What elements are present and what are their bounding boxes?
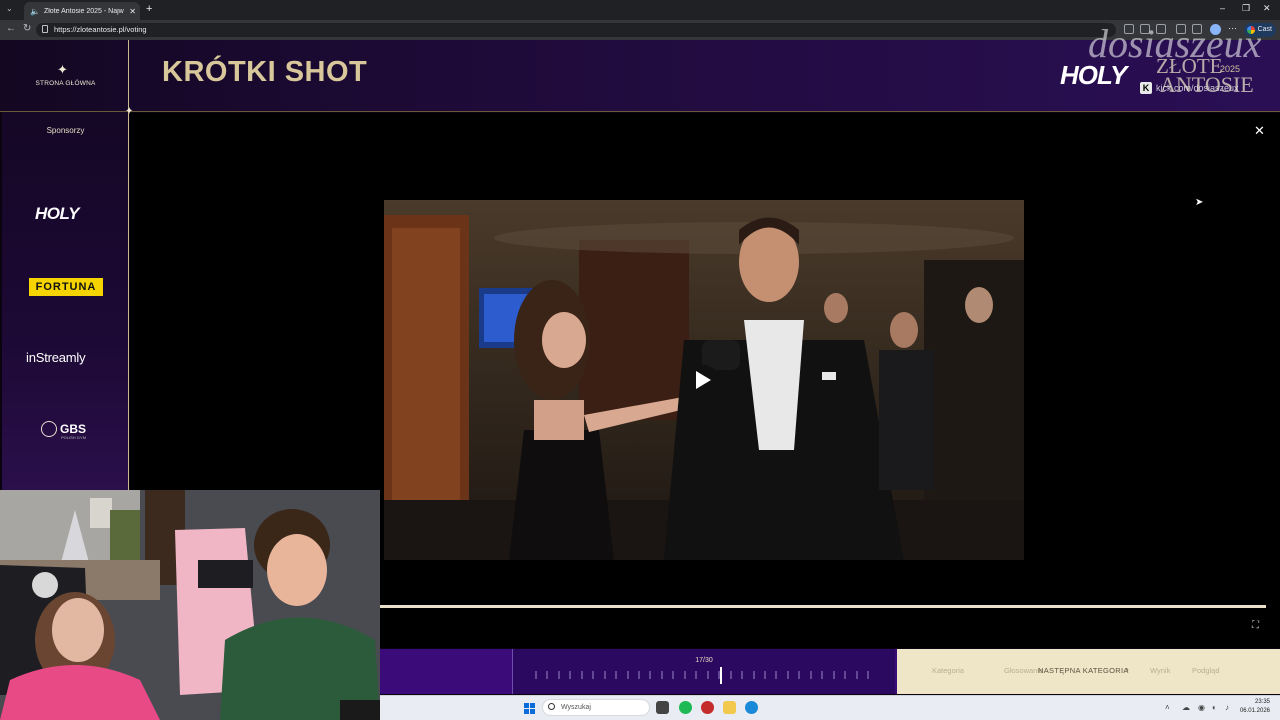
spotify-icon[interactable] xyxy=(679,701,692,714)
edge-icon[interactable] xyxy=(745,701,758,714)
wifi-icon[interactable]: ◐ xyxy=(1212,703,1217,712)
speaker-icon[interactable]: 🔈 xyxy=(30,7,40,16)
app-icon[interactable] xyxy=(701,701,714,714)
sponsor-gbs-sub: POLISH GYM xyxy=(61,435,86,440)
tab-title: Złote Antosie 2025 - Najwięk xyxy=(43,7,124,15)
kick-handle: kick.com/dosiaszeux xyxy=(1156,83,1239,93)
tab-search-icon[interactable]: ⌄ xyxy=(6,4,13,13)
page-title: KRÓTKI SHOT xyxy=(162,56,368,88)
close-modal-button[interactable]: ✕ xyxy=(1254,123,1265,139)
play-icon[interactable] xyxy=(696,371,711,389)
ghost-label-1: Kategoria xyxy=(932,666,965,675)
sponsor-holy[interactable]: HOLY xyxy=(35,204,79,224)
tray-mic-icon[interactable]: ◉ xyxy=(1198,703,1205,712)
ghost-label-3: Wynik xyxy=(1150,666,1171,675)
video-progress-bar[interactable] xyxy=(380,605,1266,608)
arrow-back-icon[interactable]: ✦ xyxy=(57,62,68,78)
clock-time[interactable]: 23:35 xyxy=(1240,699,1270,705)
gbs-globe-icon xyxy=(41,421,57,437)
next-category-button[interactable]: NASTĘPNA KATEGORIA xyxy=(1038,666,1129,675)
webcam-frame xyxy=(0,490,380,720)
video-player[interactable] xyxy=(384,200,1024,560)
volume-icon[interactable]: ♪ xyxy=(1225,703,1229,712)
tray-chevron-icon[interactable]: ˄ xyxy=(1165,703,1170,712)
sponsor-gbs[interactable]: GBS xyxy=(60,422,86,436)
windows-start-icon[interactable] xyxy=(524,703,535,714)
stream-watermark: dosiaszeux xyxy=(1088,21,1262,66)
file-explorer-icon[interactable] xyxy=(723,701,736,714)
close-window-button[interactable]: ✕ xyxy=(1263,3,1271,14)
task-view-icon[interactable] xyxy=(656,701,669,714)
mouse-cursor-icon: ➤ xyxy=(1195,197,1204,208)
windows-taskbar xyxy=(380,695,1280,720)
sponsors-heading: Sponsorzy xyxy=(46,126,85,135)
category-counter: 17/30 xyxy=(695,657,713,664)
browser-tab[interactable]: 🔈 Złote Antosie 2025 - Najwięk ✕ xyxy=(24,2,140,20)
clock-date[interactable]: 06.01.2026 xyxy=(1236,708,1270,714)
minimize-button[interactable]: – xyxy=(1220,3,1225,13)
site-info-icon[interactable] xyxy=(42,25,48,33)
new-tab-button[interactable]: + xyxy=(146,3,152,15)
ghost-label-4: Podgląd xyxy=(1192,666,1220,675)
current-category-marker xyxy=(720,667,722,684)
tray-app-icon[interactable]: ☁ xyxy=(1182,703,1190,712)
close-tab-icon[interactable]: ✕ xyxy=(129,7,136,16)
reload-button[interactable]: ↻ xyxy=(23,23,31,34)
kick-icon: K xyxy=(1140,82,1152,94)
sponsor-instreamly[interactable]: inStreamly xyxy=(26,350,86,365)
search-icon xyxy=(548,703,555,710)
browser-tab-bar xyxy=(0,0,1280,20)
sponsor-fortuna[interactable]: FORTUNA xyxy=(29,278,103,296)
webcam-overlay xyxy=(0,490,380,720)
chevron-right-icon[interactable]: › xyxy=(1126,665,1129,674)
category-ticks xyxy=(535,671,869,679)
maximize-button[interactable]: ❐ xyxy=(1242,3,1250,14)
taskbar-search[interactable]: Wyszukaj xyxy=(542,699,650,716)
url-field[interactable]: https://zloteantosie.pl/voting xyxy=(36,23,1116,37)
home-label[interactable]: STRONA GŁÓWNA xyxy=(2,80,129,87)
back-button[interactable]: ← xyxy=(6,23,16,34)
fullscreen-icon[interactable]: ⛶ xyxy=(1252,620,1259,631)
